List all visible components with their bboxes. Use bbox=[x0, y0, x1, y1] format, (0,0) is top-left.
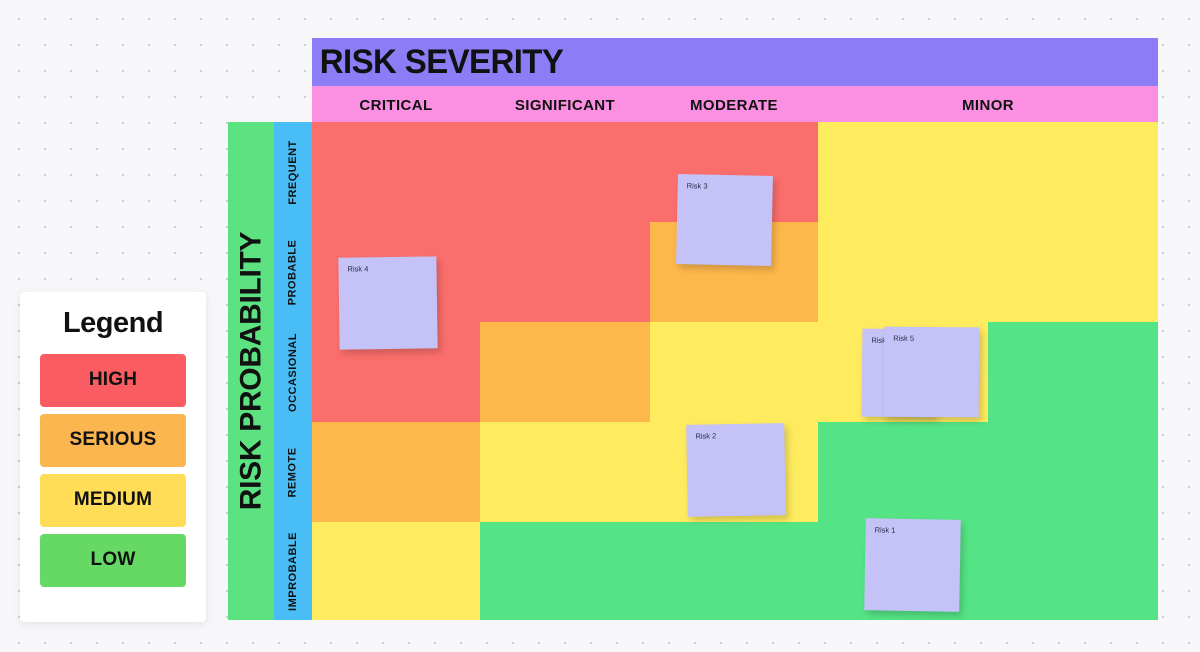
probability-row-label: PROBABLE bbox=[286, 239, 299, 305]
probability-row-label: IMPROBABLE bbox=[286, 531, 299, 611]
sticky-note-risk-5[interactable]: Risk 5 bbox=[883, 326, 980, 418]
legend-title: Legend bbox=[62, 307, 164, 339]
sticky-note-label: Risk 2 bbox=[695, 431, 717, 441]
legend-item-list: HIGH SERIOUS MEDIUM LOW bbox=[40, 353, 186, 587]
sticky-note-label: Risk 4 bbox=[347, 264, 369, 274]
risk-matrix-grid: Risk 4 Risk 3 Risk 6 Risk 5 Risk 2 Risk 1 bbox=[312, 122, 1158, 620]
legend-item-low: LOW bbox=[40, 533, 186, 587]
sticky-note-label: Risk 5 bbox=[893, 333, 915, 343]
cell-remote-significant[interactable] bbox=[480, 422, 650, 522]
severity-column-moderate: MODERATE bbox=[690, 96, 778, 114]
severity-column-band: CRITICAL SIGNIFICANT MODERATE MINOR bbox=[312, 86, 1158, 124]
probability-row-occasional: OCCASIONAL bbox=[274, 322, 312, 422]
probability-row-probable: PROBABLE bbox=[274, 222, 312, 322]
probability-row-frequent: FREQUENT bbox=[274, 122, 312, 222]
cell-occasional-minor-b[interactable] bbox=[988, 322, 1158, 422]
probability-row-band: FREQUENT PROBABLE OCCASIONAL REMOTE IMPROBAB… bbox=[274, 122, 312, 620]
sticky-note-risk-1[interactable]: Risk 1 bbox=[864, 518, 961, 612]
sticky-note-risk-2[interactable]: Risk 2 bbox=[686, 423, 786, 517]
sticky-note-label: Risk 3 bbox=[686, 181, 708, 191]
probability-row-label: REMOTE bbox=[286, 446, 299, 498]
legend-item-serious: SERIOUS bbox=[40, 413, 186, 467]
cell-frequent-significant[interactable] bbox=[480, 122, 650, 222]
severity-column-minor: MINOR bbox=[962, 96, 1014, 114]
cell-remote-minor[interactable] bbox=[818, 422, 1158, 522]
cell-frequent-critical[interactable] bbox=[312, 122, 480, 222]
cell-remote-critical[interactable] bbox=[312, 422, 480, 522]
probability-row-label: OCCASIONAL bbox=[286, 332, 299, 412]
risk-probability-header: RISK PROBABILITY bbox=[228, 122, 274, 620]
probability-row-label: FREQUENT bbox=[286, 139, 299, 205]
risk-probability-title: RISK PROBABILITY bbox=[234, 231, 268, 511]
cell-improbable-significant[interactable] bbox=[480, 522, 650, 620]
sticky-note-risk-3[interactable]: Risk 3 bbox=[676, 174, 773, 266]
cell-improbable-critical[interactable] bbox=[312, 522, 480, 620]
cell-probable-minor[interactable] bbox=[818, 222, 1158, 322]
risk-matrix-board: RISK SEVERITY CRITICAL SIGNIFICANT MODERAT… bbox=[0, 0, 1200, 652]
cell-occasional-moderate[interactable] bbox=[650, 322, 818, 422]
cell-probable-significant[interactable] bbox=[480, 222, 650, 322]
risk-severity-header: RISK SEVERITY bbox=[312, 38, 1158, 86]
cell-improbable-moderate[interactable] bbox=[650, 522, 818, 620]
sticky-note-risk-4[interactable]: Risk 4 bbox=[338, 256, 438, 350]
legend-item-medium: MEDIUM bbox=[40, 473, 186, 527]
severity-column-critical: CRITICAL bbox=[359, 96, 433, 114]
sticky-note-label: Risk 1 bbox=[874, 525, 896, 535]
legend-panel: Legend HIGH SERIOUS MEDIUM LOW bbox=[20, 292, 206, 622]
risk-severity-title: RISK SEVERITY bbox=[319, 43, 564, 81]
probability-row-improbable: IMPROBABLE bbox=[274, 522, 312, 620]
probability-row-remote: REMOTE bbox=[274, 422, 312, 522]
cell-frequent-minor[interactable] bbox=[818, 122, 1158, 222]
cell-occasional-significant[interactable] bbox=[480, 322, 650, 422]
legend-item-high: HIGH bbox=[40, 353, 186, 407]
severity-column-significant: SIGNIFICANT bbox=[514, 96, 616, 114]
